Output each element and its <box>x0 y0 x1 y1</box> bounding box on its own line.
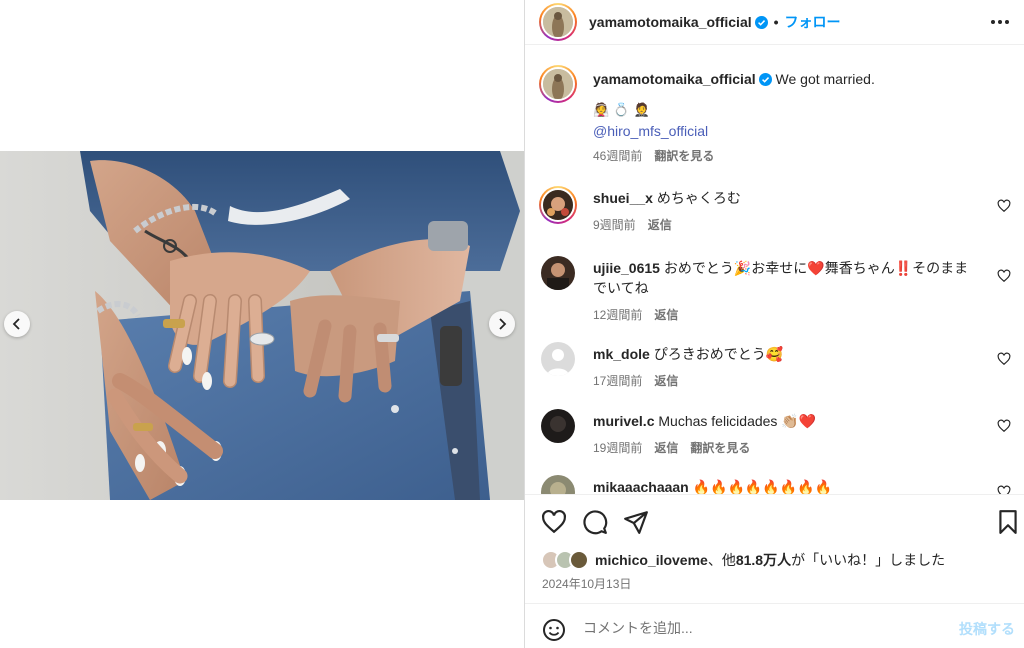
commenter-avatar[interactable] <box>541 256 575 290</box>
commenter-username[interactable]: shuei__x <box>593 190 653 206</box>
commenter-username[interactable]: mk_dole <box>593 346 650 362</box>
caption-translate-link[interactable]: 翻訳を見る <box>654 147 714 164</box>
author-username[interactable]: yamamotomaika_official <box>589 14 752 30</box>
post-actions: michico_iloveme、他81.8万人が「いいね！」しました 2024年… <box>525 494 1024 602</box>
post-date[interactable]: 2024年10月13日 <box>542 575 631 592</box>
caption-username[interactable]: yamamotomaika_official <box>593 71 756 87</box>
commenter-avatar-image <box>541 409 575 443</box>
comment-text: めちゃくろむ <box>656 190 741 206</box>
comment-input[interactable] <box>583 616 933 640</box>
caption: yamamotomaika_official We got married. 👰… <box>539 65 1013 175</box>
commenter-avatar[interactable] <box>541 409 575 443</box>
caption-emojis: 👰 💍 🤵 <box>593 103 650 118</box>
author-avatar-image <box>543 7 573 37</box>
caption-mention-link[interactable]: @hiro_mfs_official <box>593 121 973 141</box>
caption-avatar-image <box>543 69 573 99</box>
post-media-pane <box>0 0 524 648</box>
more-options-button[interactable] <box>988 12 1012 32</box>
reply-button[interactable]: 返信 <box>654 372 678 389</box>
comment-time[interactable]: 12週間前 <box>593 306 642 323</box>
comment-text: ぴろきおめでとう🥰 <box>653 346 784 362</box>
commenter-avatar[interactable] <box>541 342 575 376</box>
reply-button[interactable]: 返信 <box>654 439 678 456</box>
comments-list[interactable]: yamamotomaika_official We got married. 👰… <box>525 53 1024 494</box>
comment-item: shuei__x めちゃくろむ 9週間前 返信 <box>539 186 1013 246</box>
more-icon-dot <box>998 20 1002 24</box>
heart-icon[interactable] <box>997 269 1011 283</box>
follow-button[interactable]: フォロー <box>785 12 841 32</box>
liker-avatar[interactable] <box>569 550 589 570</box>
comment-item: mikaaachaaan 🔥🔥🔥🔥🔥🔥🔥🔥 <box>539 475 1013 494</box>
liker-username[interactable]: michico_iloveme <box>595 552 708 568</box>
comment-item: mk_dole ぴろきおめでとう🥰 17週間前 返信 <box>539 342 1013 402</box>
comment-text: 🔥🔥🔥🔥🔥🔥🔥🔥 <box>692 479 833 494</box>
comment-item: murivel.c Muchas felicidades 👏🏼❤️ 19週間前 … <box>539 409 1013 469</box>
comment-time[interactable]: 17週間前 <box>593 372 642 389</box>
commenter-username[interactable]: ujiie_0615 <box>593 260 660 276</box>
share-icon[interactable] <box>623 509 649 535</box>
translate-link[interactable]: 翻訳を見る <box>690 439 750 456</box>
post-comment-button[interactable]: 投稿する <box>959 619 1015 639</box>
verified-badge-icon <box>758 73 772 86</box>
comment-text: Muchas felicidades 👏🏼❤️ <box>658 413 817 429</box>
commenter-avatar-image <box>543 190 573 220</box>
previous-photo-button[interactable] <box>4 311 30 337</box>
commenter-avatar[interactable] <box>539 186 577 224</box>
heart-icon[interactable] <box>997 352 1011 366</box>
bookmark-icon[interactable] <box>995 509 1021 535</box>
emoji-icon[interactable] <box>542 618 566 642</box>
comment-time[interactable]: 19週間前 <box>593 439 642 456</box>
default-avatar-icon <box>541 342 575 376</box>
commenter-username[interactable]: mikaaachaaan <box>593 479 689 494</box>
caption-time[interactable]: 46週間前 <box>593 147 642 164</box>
verified-badge-icon <box>754 15 768 29</box>
reply-button[interactable]: 返信 <box>648 216 672 233</box>
heart-icon[interactable] <box>997 485 1011 494</box>
commenter-avatar-image <box>541 256 575 290</box>
heart-icon[interactable] <box>997 199 1011 213</box>
comment-time[interactable]: 9週間前 <box>593 216 636 233</box>
caption-text: We got married. <box>775 71 875 87</box>
caption-avatar[interactable] <box>539 65 577 103</box>
comment-composer: 投稿する <box>525 603 1024 648</box>
likes-count[interactable]: 81.8万人 <box>736 552 791 568</box>
likes-suffix: が「いいね！」しました <box>791 552 946 568</box>
next-photo-button[interactable] <box>489 311 515 337</box>
post-header: yamamotomaika_official • フォロー <box>525 0 1024 45</box>
wedding-hands-photo <box>0 151 524 500</box>
post-photo[interactable] <box>0 151 524 500</box>
comment-icon[interactable] <box>582 509 608 535</box>
likes-summary: michico_iloveme、他81.8万人が「いいね！」しました <box>541 550 945 570</box>
more-icon-dot <box>1005 20 1009 24</box>
post-detail-panel: yamamotomaika_official • フォロー yamamotoma… <box>524 0 1024 648</box>
chevron-left-icon <box>12 318 20 330</box>
commenter-username[interactable]: murivel.c <box>593 413 654 429</box>
reply-button[interactable]: 返信 <box>654 306 678 323</box>
commenter-avatar[interactable] <box>541 475 575 494</box>
likes-middle: 、他 <box>707 552 736 568</box>
separator-dot: • <box>773 14 779 30</box>
author-avatar[interactable] <box>539 3 577 41</box>
more-icon <box>991 20 995 24</box>
chevron-right-icon <box>499 318 507 330</box>
comment-item: ujiie_0615 おめでとう🎉お幸せに❤️舞香ちゃん‼️そのままでいてね 1… <box>539 256 1013 336</box>
commenter-avatar-image <box>541 475 575 494</box>
heart-icon[interactable] <box>997 419 1011 433</box>
heart-icon[interactable] <box>541 509 567 535</box>
